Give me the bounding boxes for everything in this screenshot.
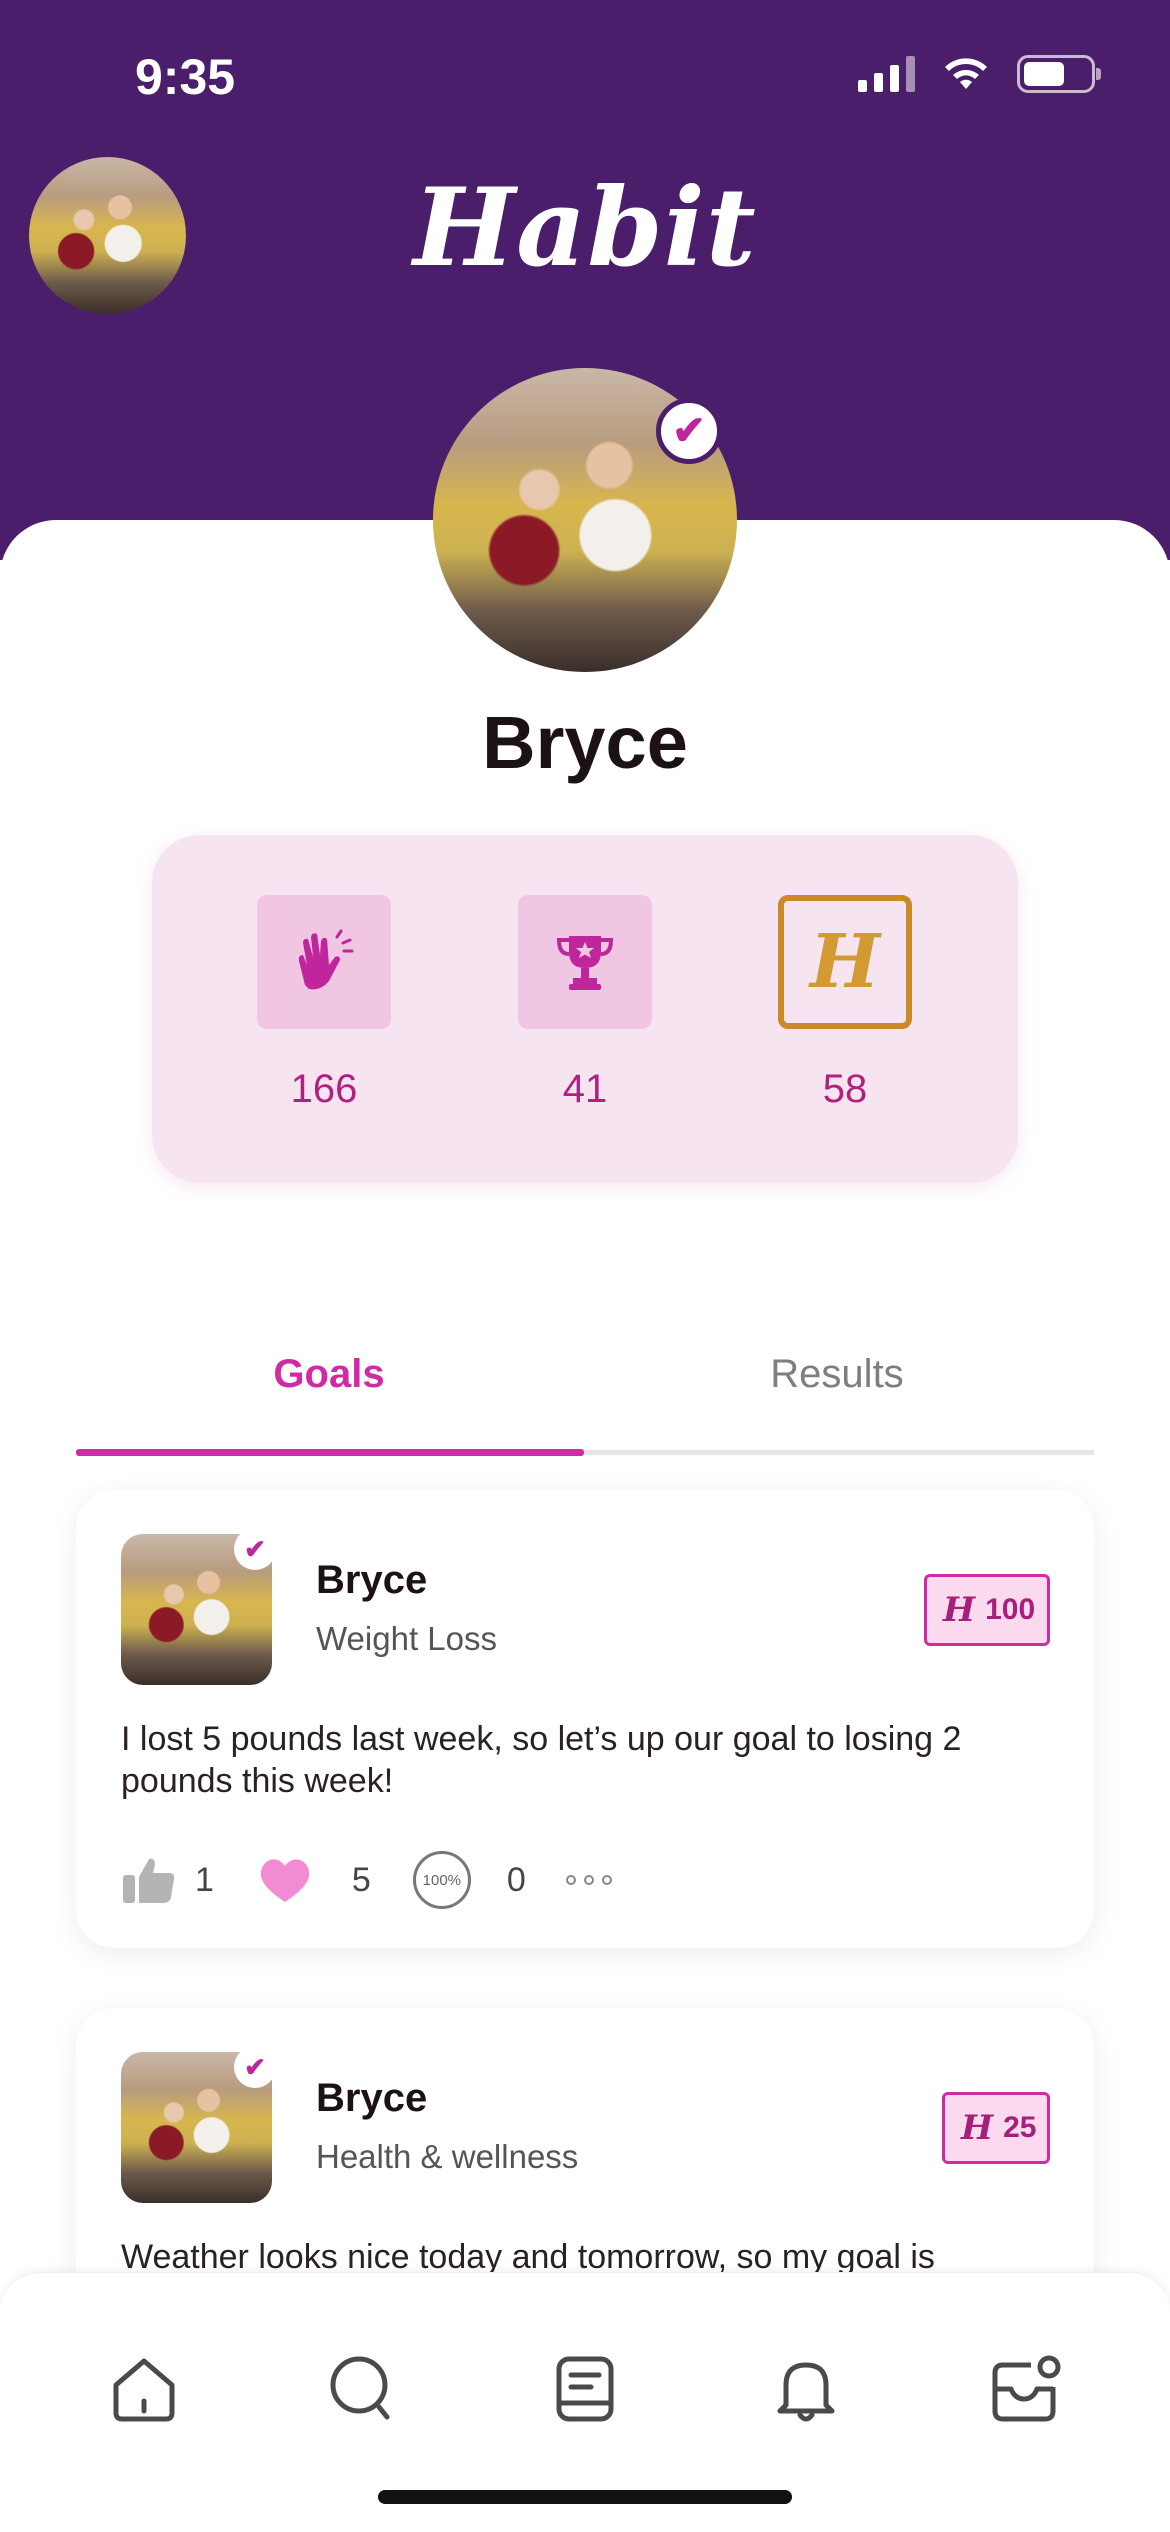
- heart-icon[interactable]: [258, 1856, 312, 1904]
- stat-trophies-value: 41: [562, 1067, 608, 1111]
- status-time: 9:35: [135, 49, 236, 105]
- tab-results[interactable]: Results: [584, 1352, 1090, 1397]
- bell-icon[interactable]: [766, 2349, 846, 2429]
- post-text: I lost 5 pounds last week, so let’s up o…: [121, 1720, 962, 1800]
- home-indicator: [378, 2490, 792, 2504]
- battery-icon: [1017, 55, 1101, 93]
- post-actions: 1 5 100% 0: [121, 1850, 612, 1910]
- post-author[interactable]: Bryce: [316, 2076, 427, 2121]
- verified-icon: ✔: [234, 2046, 276, 2088]
- wifi-icon: [945, 58, 987, 89]
- points-badge: H 25: [942, 2092, 1050, 2164]
- stats-panel: H 166 41 58: [152, 835, 1018, 1183]
- post-author[interactable]: Bryce: [316, 1558, 427, 1603]
- home-icon[interactable]: [104, 2349, 184, 2429]
- thumbs-up-icon[interactable]: [121, 1855, 177, 1905]
- points-badge: H 100: [924, 1574, 1050, 1646]
- points-value: 25: [1003, 2111, 1037, 2144]
- stat-claps-value: 166: [290, 1067, 358, 1111]
- more-icon[interactable]: [565, 1875, 612, 1885]
- points-value: 100: [985, 1593, 1036, 1626]
- tab-underline: [76, 1449, 1094, 1456]
- goal-post[interactable]: ✔ Bryce Weight Loss H 100 I lost 5 pound…: [76, 1490, 1094, 1948]
- verified-icon: ✔: [656, 398, 722, 464]
- verified-icon: ✔: [234, 1528, 276, 1570]
- clap-icon[interactable]: [257, 895, 391, 1029]
- habit-coin-icon: H: [961, 2108, 994, 2148]
- tab-goals[interactable]: Goals: [76, 1352, 582, 1397]
- status-icons: [858, 55, 1101, 93]
- post-category: Weight Loss: [316, 1620, 497, 1657]
- heart-count: 5: [351, 1860, 371, 1899]
- signal-icon: [858, 56, 915, 92]
- profile-name: Bryce: [482, 701, 688, 784]
- goal-post[interactable]: ✔ Bryce Health & wellness H 25 Weather l…: [76, 2008, 1094, 2308]
- journal-icon[interactable]: [545, 2349, 625, 2429]
- percent-count: 0: [506, 1860, 526, 1899]
- stat-coins-value: 58: [822, 1067, 868, 1111]
- habit-coin-icon: H: [943, 1590, 976, 1630]
- trophy-icon[interactable]: [518, 895, 652, 1029]
- percent-icon[interactable]: 100%: [412, 1851, 471, 1909]
- app-logo: Habit: [413, 165, 757, 291]
- like-count: 1: [195, 1860, 214, 1899]
- search-icon[interactable]: [323, 2349, 403, 2429]
- post-category: Health & wellness: [316, 2138, 579, 2175]
- inbox-icon[interactable]: [985, 2349, 1065, 2429]
- habit-coin-icon[interactable]: H: [778, 895, 912, 1029]
